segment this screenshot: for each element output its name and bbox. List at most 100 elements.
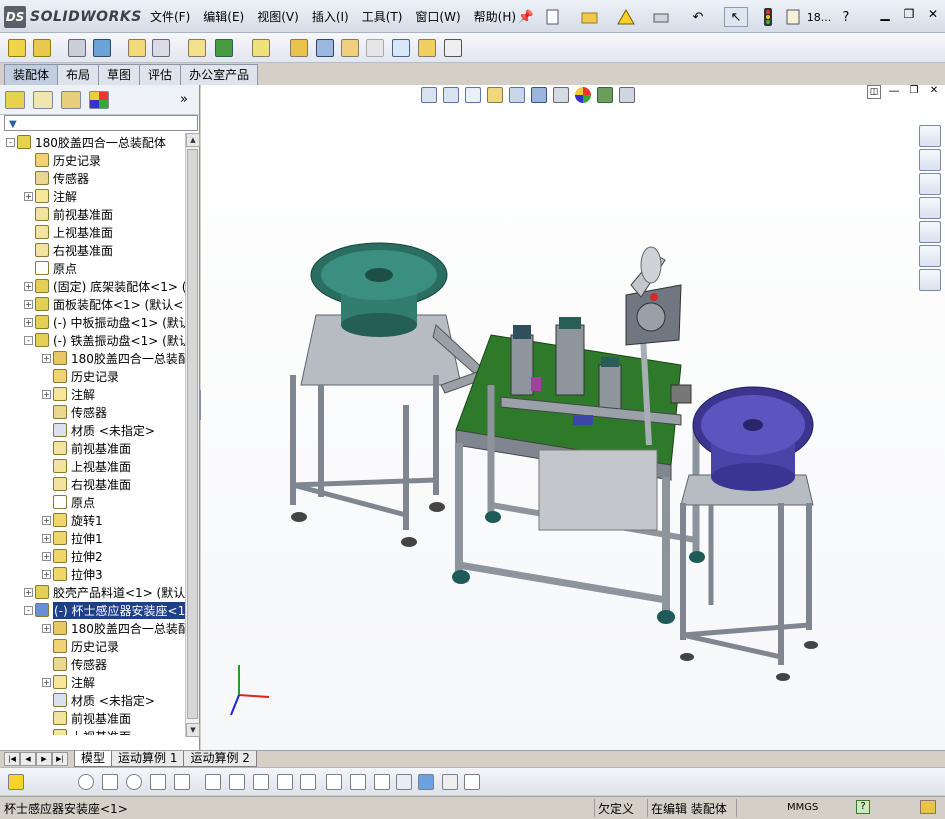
menu-file[interactable]: 文件(F) [150, 8, 190, 25]
expand-toggle-icon[interactable]: + [24, 191, 33, 201]
file-properties-icon[interactable] [783, 7, 803, 27]
feature-manager-tab-icon[interactable] [5, 91, 25, 109]
tree-item[interactable]: + 拉伸1 [0, 529, 186, 547]
sketch-properties-icon[interactable] [442, 774, 458, 790]
tab-assembly[interactable]: 装配体 [4, 64, 59, 85]
extend-icon[interactable] [174, 774, 190, 790]
tab-motion-study-1[interactable]: 运动算例 1 [111, 751, 185, 767]
new-document-icon[interactable] [543, 7, 563, 27]
tab-model[interactable]: 模型 [74, 751, 113, 767]
tree-item[interactable]: + 胶壳产品料道<1> (默认<< [0, 583, 186, 601]
insert-component-icon[interactable] [8, 39, 26, 57]
explode-line-sketch-icon[interactable] [366, 39, 384, 57]
smart-dimension-icon[interactable] [326, 774, 342, 790]
status-tag-icon[interactable] [920, 800, 936, 814]
clearance-verification-icon[interactable] [418, 39, 436, 57]
custom-properties-icon[interactable] [919, 269, 941, 291]
tree-item[interactable]: 上视基准面 [0, 727, 186, 735]
tree-item[interactable]: 右视基准面 [0, 241, 186, 259]
tree-item[interactable]: + 面板装配体<1> (默认< [0, 295, 186, 313]
select-pointer-icon[interactable]: ↖ [724, 7, 748, 27]
menu-window[interactable]: 窗口(W) [415, 8, 460, 25]
show-hidden-icon[interactable] [188, 39, 206, 57]
line-icon[interactable] [102, 774, 118, 790]
tree-item[interactable]: + 拉伸2 [0, 547, 186, 565]
tree-item[interactable]: 前视基准面 [0, 205, 186, 223]
display-manager-tab-icon[interactable] [89, 91, 109, 109]
prev-tab-icon[interactable]: ◀ [20, 752, 36, 766]
instant3d-icon[interactable] [444, 39, 462, 57]
more-tabs-icon[interactable]: » [180, 92, 188, 107]
exploded-view-icon[interactable] [341, 39, 359, 57]
restore-icon[interactable]: ❐ [901, 6, 917, 22]
tree-item[interactable]: 材质 <未指定> [0, 421, 186, 439]
next-tab-icon[interactable]: ▶ [36, 752, 52, 766]
status-units[interactable]: MMGS [787, 802, 818, 813]
tab-layout[interactable]: 布局 [57, 64, 100, 85]
filter-bar[interactable]: ▼ [4, 115, 198, 131]
smart-fasteners-icon[interactable] [128, 39, 146, 57]
construction-line-icon[interactable] [277, 774, 293, 790]
table-icon[interactable] [464, 774, 480, 790]
fillet-icon[interactable] [205, 774, 221, 790]
configuration-manager-tab-icon[interactable] [61, 91, 81, 109]
close-icon[interactable]: ✕ [925, 6, 941, 22]
expand-toggle-icon[interactable]: + [42, 353, 51, 363]
expand-toggle-icon[interactable]: + [42, 623, 51, 633]
print-icon[interactable] [651, 7, 671, 27]
circle-icon[interactable] [78, 774, 94, 790]
tree-item[interactable]: + 注解 [0, 187, 186, 205]
tree-item[interactable]: + 注解 [0, 673, 186, 691]
expand-toggle-icon[interactable]: + [24, 317, 33, 327]
tab-sketch[interactable]: 草图 [98, 64, 141, 85]
expand-toggle-icon[interactable]: + [42, 515, 51, 525]
new-motion-study-icon[interactable] [290, 39, 308, 57]
interference-detection-icon[interactable] [392, 39, 410, 57]
tree-scrollbar[interactable]: ▲ ▼ [185, 133, 200, 737]
expand-toggle-icon[interactable]: + [42, 569, 51, 579]
solidworks-logo[interactable]: DS SOLIDWORKS [4, 5, 142, 29]
expand-toggle-icon[interactable]: + [42, 677, 51, 687]
move-component-icon[interactable] [152, 39, 170, 57]
tree-item[interactable]: + (-) 中板振动盘<1> (默认- [0, 313, 186, 331]
undo-icon[interactable]: ↶ [688, 7, 708, 27]
tree-item[interactable]: 上视基准面 [0, 223, 186, 241]
expand-toggle-icon[interactable]: + [42, 389, 51, 399]
grid-icon[interactable] [350, 774, 366, 790]
sketch-warning-icon[interactable] [8, 774, 24, 790]
new-part-icon[interactable] [33, 39, 51, 57]
tree-item[interactable]: 原点 [0, 259, 186, 277]
expand-toggle-icon[interactable]: + [24, 281, 33, 291]
tree-item[interactable]: 前视基准面 [0, 709, 186, 727]
tree-item[interactable]: + 注解 [0, 385, 186, 403]
traffic-light-icon[interactable] [760, 7, 776, 27]
tree-item[interactable]: 传感器 [0, 169, 186, 187]
tree-item[interactable]: - (-) 铁盖振动盘<1> (默认- [0, 331, 186, 349]
open-folder-icon[interactable] [580, 7, 600, 27]
trim-icon[interactable] [150, 774, 166, 790]
3d-sketch-icon[interactable] [396, 774, 412, 790]
menu-help[interactable]: 帮助(H) [474, 8, 516, 25]
scroll-down-icon[interactable]: ▼ [186, 723, 200, 737]
mirror-icon[interactable] [253, 774, 269, 790]
tab-office-products[interactable]: 办公室产品 [180, 64, 259, 85]
tree-item[interactable]: + (固定) 底架装配体<1> (默 [0, 277, 186, 295]
tab-motion-study-2[interactable]: 运动算例 2 [183, 751, 257, 767]
tree-item[interactable]: 原点 [0, 493, 186, 511]
graphics-area[interactable]: ◫ — ❐ ✕ [201, 85, 945, 750]
tree-item[interactable]: + 旋转1 [0, 511, 186, 529]
help-icon[interactable]: ? [838, 7, 854, 27]
tree-item[interactable]: + 拉伸3 [0, 565, 186, 583]
tree-item[interactable]: 材质 <未指定> [0, 691, 186, 709]
last-tab-icon[interactable]: ▶| [52, 752, 68, 766]
tree-item[interactable]: 传感器 [0, 655, 186, 673]
menu-edit[interactable]: 编辑(E) [203, 8, 244, 25]
filter-icon[interactable]: ▼ [9, 119, 17, 130]
file-explorer-icon[interactable] [919, 197, 941, 219]
minimize-icon[interactable]: ▁ [877, 6, 893, 22]
reference-geometry-icon[interactable] [252, 39, 270, 57]
rebuild-warning-icon[interactable] [616, 7, 636, 27]
scroll-up-icon[interactable]: ▲ [186, 133, 200, 147]
home-icon[interactable] [919, 149, 941, 171]
first-tab-icon[interactable]: |◀ [4, 752, 20, 766]
